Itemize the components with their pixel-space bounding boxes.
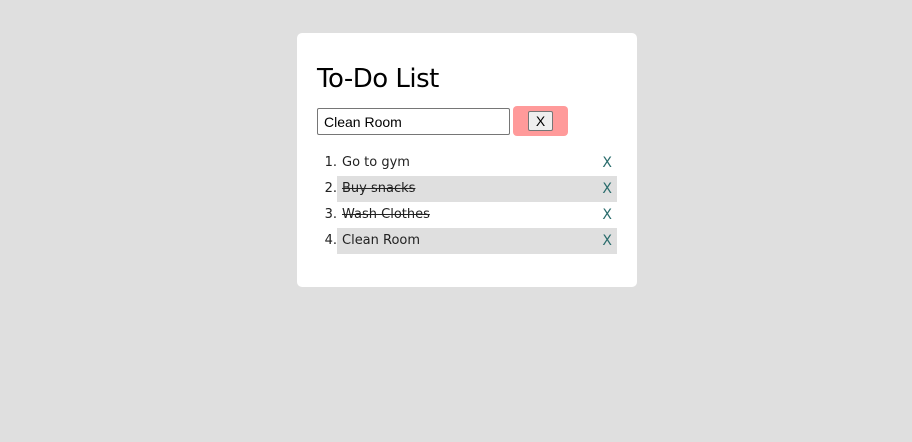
delete-icon[interactable]: X xyxy=(602,202,612,228)
task-row[interactable]: Wash Clothes X xyxy=(337,202,617,228)
task-label[interactable]: Go to gym xyxy=(342,150,410,176)
task-list: 1. Go to gym X 2. Buy snacks X 3. Wash C… xyxy=(317,150,617,254)
item-number: 4. xyxy=(324,233,337,248)
item-number: 1. xyxy=(324,155,337,170)
item-number: 3. xyxy=(324,207,337,222)
task-label[interactable]: Wash Clothes xyxy=(342,202,430,228)
task-row[interactable]: Clean Room X xyxy=(337,228,617,254)
delete-icon[interactable]: X xyxy=(602,150,612,176)
todo-card: To-Do List X 1. Go to gym X 2. Buy snack… xyxy=(297,33,637,287)
task-input[interactable] xyxy=(317,108,510,135)
list-item: 1. Go to gym X xyxy=(317,150,617,176)
item-number: 2. xyxy=(324,181,337,196)
delete-icon[interactable]: X xyxy=(602,228,612,254)
list-item: 2. Buy snacks X xyxy=(317,176,617,202)
list-item: 4. Clean Room X xyxy=(317,228,617,254)
task-row[interactable]: Buy snacks X xyxy=(337,176,617,202)
add-button-highlight: X xyxy=(513,106,568,136)
task-label[interactable]: Clean Room xyxy=(342,228,420,254)
add-task-button[interactable]: X xyxy=(528,111,553,131)
task-row[interactable]: Go to gym X xyxy=(337,150,617,176)
page-title: To-Do List xyxy=(317,64,439,94)
task-label[interactable]: Buy snacks xyxy=(342,176,415,202)
delete-icon[interactable]: X xyxy=(602,176,612,202)
list-item: 3. Wash Clothes X xyxy=(317,202,617,228)
